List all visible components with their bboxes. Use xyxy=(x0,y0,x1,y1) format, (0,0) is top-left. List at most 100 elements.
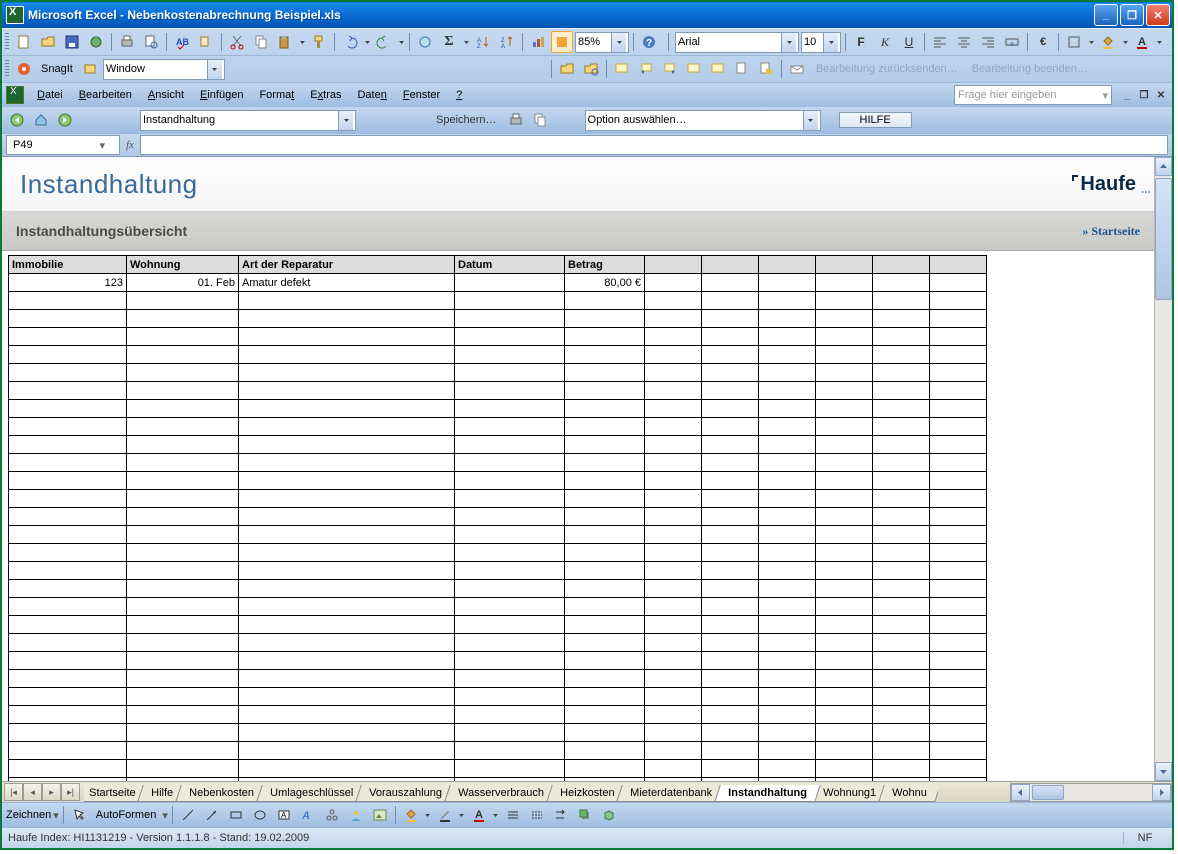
help-button[interactable]: HILFE xyxy=(839,112,912,128)
maximize-button[interactable]: ❐ xyxy=(1120,4,1144,26)
tab-instandhaltung[interactable]: Instandhaltung xyxy=(715,785,821,802)
excel-small-icon[interactable] xyxy=(6,86,24,104)
tab-next-icon[interactable]: ▸ xyxy=(42,783,61,801)
oval-icon[interactable] xyxy=(249,804,271,826)
nav-forward-icon[interactable] xyxy=(54,109,76,131)
save-icon[interactable] xyxy=(61,31,83,53)
menu-data[interactable]: Daten xyxy=(350,87,393,103)
hscroll-right-icon[interactable] xyxy=(1152,784,1171,801)
textbox-icon[interactable]: A xyxy=(273,804,295,826)
line-style-icon[interactable] xyxy=(502,804,524,826)
copy-icon[interactable] xyxy=(250,31,272,53)
snagit-icon[interactable] xyxy=(13,58,35,80)
hyperlink-icon[interactable] xyxy=(414,31,436,53)
vertical-scrollbar[interactable] xyxy=(1154,157,1172,781)
arrow-style-icon[interactable] xyxy=(550,804,572,826)
align-center-icon[interactable] xyxy=(953,31,975,53)
horizontal-scrollbar[interactable] xyxy=(1010,783,1172,802)
menu-format[interactable]: Format xyxy=(252,87,301,103)
font-color-icon[interactable]: A xyxy=(1131,31,1153,53)
tab-umlageschluessel[interactable]: Umlageschlüssel xyxy=(257,785,368,802)
select-objects-icon[interactable] xyxy=(68,804,90,826)
table-row[interactable]: 123 01. Feb Amatur defekt 80,00 € xyxy=(9,274,987,292)
autosum-icon[interactable]: Σ xyxy=(438,31,460,53)
scroll-down-icon[interactable] xyxy=(1155,762,1172,781)
rectangle-icon[interactable] xyxy=(225,804,247,826)
autoshapes-menu[interactable]: AutoFormen xyxy=(92,809,161,821)
research-icon[interactable] xyxy=(195,31,217,53)
3d-icon[interactable] xyxy=(598,804,620,826)
drawing-toggle-icon[interactable] xyxy=(551,31,573,53)
align-right-icon[interactable] xyxy=(977,31,999,53)
new-icon[interactable] xyxy=(13,31,35,53)
font-color-icon-2[interactable]: A xyxy=(468,804,490,826)
arrow-icon[interactable] xyxy=(201,804,223,826)
scroll-thumb[interactable] xyxy=(1155,178,1172,300)
help-icon[interactable]: ? xyxy=(638,31,660,53)
tab-mieterdatenbank[interactable]: Mieterdatenbank xyxy=(617,785,726,802)
mdi-restore[interactable]: ❐ xyxy=(1137,88,1151,102)
format-painter-icon[interactable] xyxy=(308,31,330,53)
comment-prev-icon[interactable] xyxy=(635,58,657,80)
option-select-combo[interactable]: Option auswählen… xyxy=(585,110,821,131)
line-icon[interactable] xyxy=(177,804,199,826)
comment-next-icon[interactable] xyxy=(659,58,681,80)
sheet-select-combo[interactable]: Instandhaltung xyxy=(140,110,356,131)
formula-input[interactable] xyxy=(140,135,1168,155)
permission-icon[interactable] xyxy=(85,31,107,53)
dash-style-icon[interactable] xyxy=(526,804,548,826)
minimize-button[interactable]: _ xyxy=(1094,4,1118,26)
fx-icon[interactable]: fx xyxy=(120,139,140,151)
comment-new-icon[interactable] xyxy=(611,58,633,80)
ink-icon[interactable] xyxy=(707,58,729,80)
tab-vorauszahlung[interactable]: Vorauszahlung xyxy=(356,785,456,802)
sheet-content[interactable]: Instandhaltung Haufe Instandhaltungsüber… xyxy=(2,157,1154,781)
chart-wizard-icon[interactable] xyxy=(527,31,549,53)
underline-icon[interactable]: U xyxy=(898,31,920,53)
line-color-icon[interactable] xyxy=(434,804,456,826)
tab-wohnu[interactable]: Wohnu xyxy=(879,785,938,802)
sort-desc-icon[interactable]: ZA xyxy=(496,31,518,53)
send-mail-icon[interactable] xyxy=(786,58,808,80)
menu-edit[interactable]: Bearbeiten xyxy=(72,87,139,103)
close-button[interactable]: ✕ xyxy=(1146,4,1170,26)
font-size-combo[interactable]: 10 xyxy=(801,32,841,53)
menu-file[interactable]: Datei xyxy=(30,87,70,103)
italic-icon[interactable]: K xyxy=(874,31,896,53)
paste-icon[interactable] xyxy=(274,31,296,53)
start-link[interactable]: » Startseite xyxy=(1082,224,1140,239)
fill-color-icon[interactable] xyxy=(1097,31,1119,53)
merge-center-icon[interactable]: a xyxy=(1001,31,1023,53)
sort-asc-icon[interactable]: AZ xyxy=(472,31,494,53)
ask-question-box[interactable]: Frage hier eingeben▾ xyxy=(954,85,1112,105)
snagit-capture-icon[interactable] xyxy=(79,58,101,80)
print-preview-icon[interactable] xyxy=(140,31,162,53)
menu-insert[interactable]: Einfügen xyxy=(193,87,250,103)
cut-icon[interactable] xyxy=(226,31,248,53)
spelling-icon[interactable]: AB xyxy=(171,31,193,53)
wordart-icon[interactable]: A xyxy=(297,804,319,826)
nav-home-icon[interactable] xyxy=(30,109,52,131)
send-back-review[interactable]: Bearbeitung zurücksenden… xyxy=(810,63,964,75)
mdi-minimize[interactable]: _ xyxy=(1120,88,1134,102)
print-icon-2[interactable] xyxy=(505,109,527,131)
end-review[interactable]: Bearbeitung beenden… xyxy=(966,63,1094,75)
track-changes-icon[interactable] xyxy=(731,58,753,80)
tab-last-icon[interactable]: ▸| xyxy=(61,783,80,801)
protect-icon[interactable] xyxy=(755,58,777,80)
align-left-icon[interactable] xyxy=(929,31,951,53)
bold-icon[interactable]: F xyxy=(850,31,872,53)
shadow-icon[interactable] xyxy=(574,804,596,826)
menu-window[interactable]: Fenster xyxy=(396,87,447,103)
mdi-close[interactable]: ✕ xyxy=(1154,88,1168,102)
name-box[interactable]: P49▾ xyxy=(6,135,120,155)
diagram-icon[interactable] xyxy=(321,804,343,826)
copy-icon-2[interactable] xyxy=(529,109,551,131)
snagit-scope-combo[interactable]: Window xyxy=(103,59,225,80)
tab-first-icon[interactable]: |◂ xyxy=(4,783,23,801)
comment-show-icon[interactable] xyxy=(683,58,705,80)
hscroll-thumb[interactable] xyxy=(1032,785,1064,800)
data-table[interactable]: Immobilie Wohnung Art der Reparatur Datu… xyxy=(8,255,987,781)
open-folder-icon[interactable] xyxy=(580,58,602,80)
open-icon[interactable] xyxy=(37,31,59,53)
